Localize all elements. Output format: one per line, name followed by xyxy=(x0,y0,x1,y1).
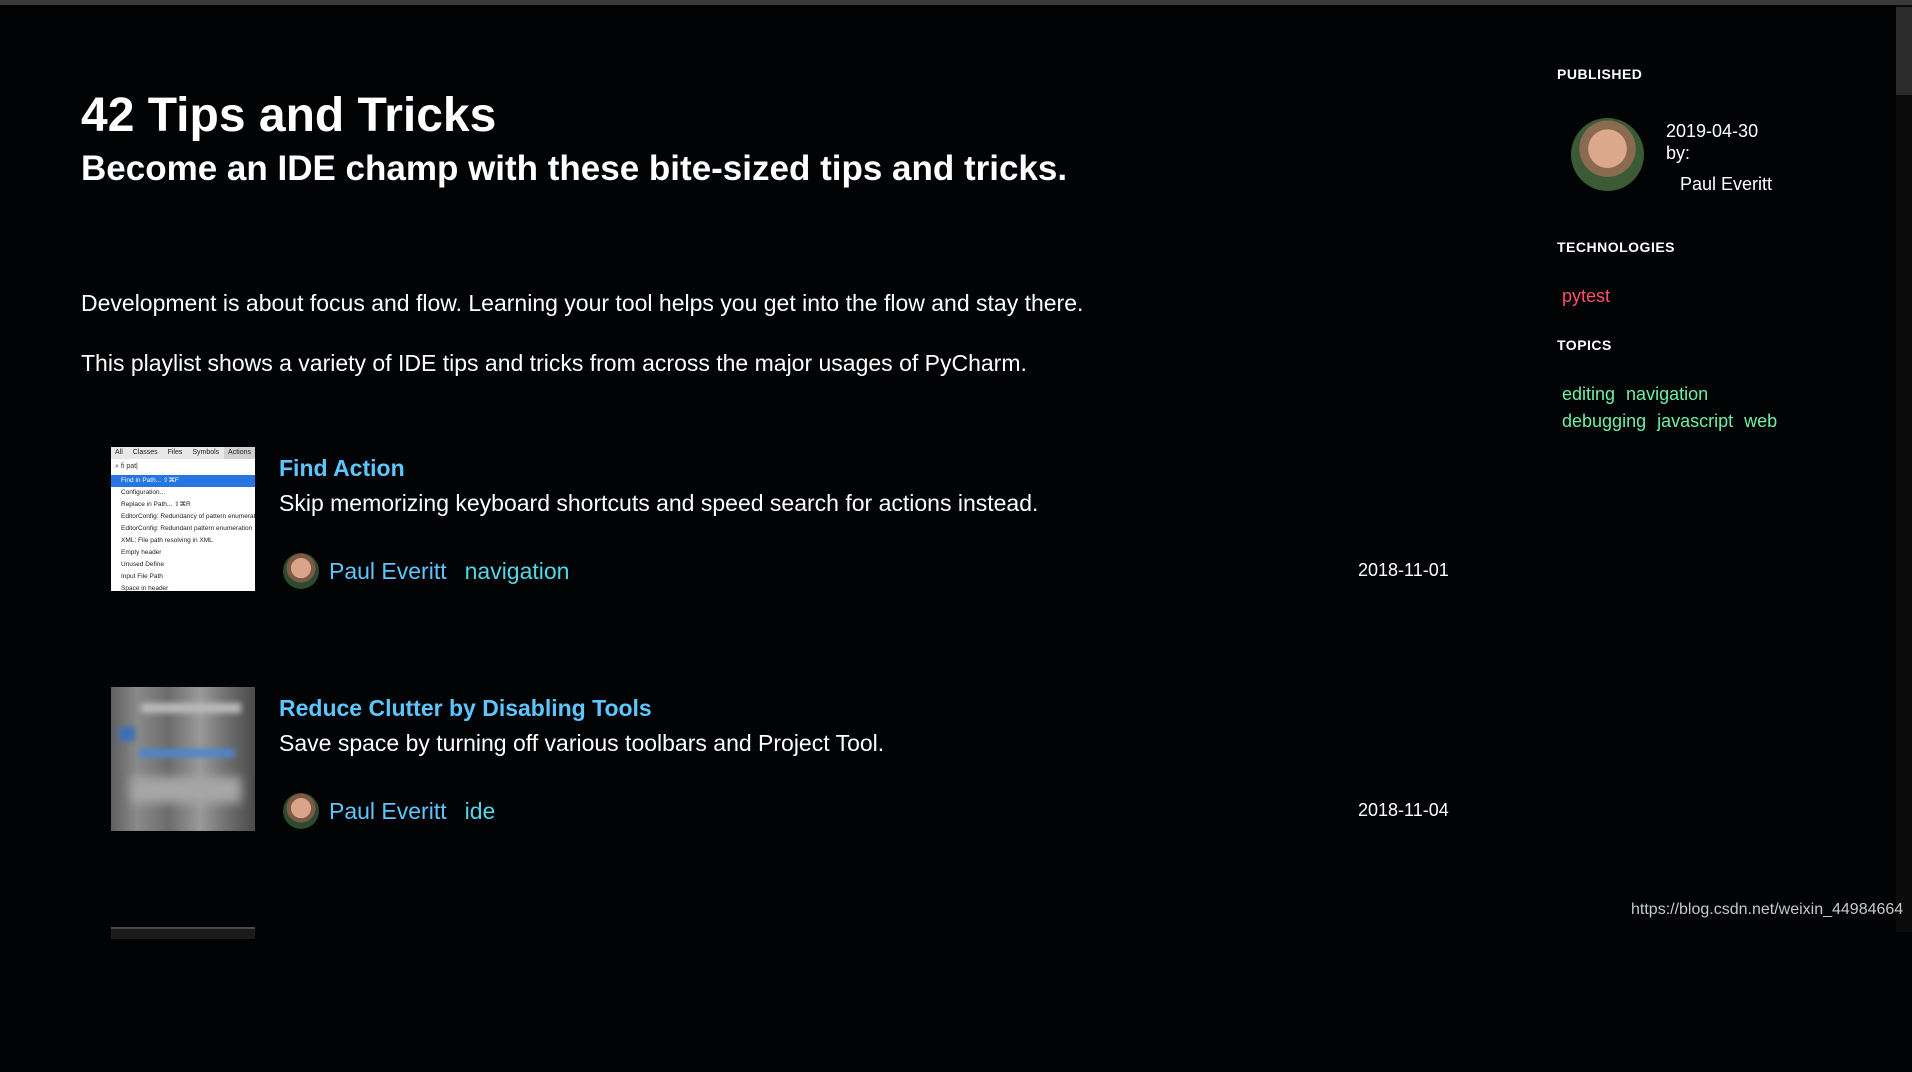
author-avatar[interactable] xyxy=(1571,118,1644,191)
thumbnail-blur-shape xyxy=(131,777,241,803)
scrollbar-thumb[interactable] xyxy=(1896,7,1912,95)
thumbnail-blur-shape xyxy=(139,749,235,757)
author-link[interactable]: Paul Everitt xyxy=(329,558,447,585)
thumbnail-result-row: Replace in Path... ⇧⌘R xyxy=(121,501,191,508)
author-link[interactable]: Paul Everitt xyxy=(329,798,447,825)
tip-meta: Paul Everitt ide xyxy=(283,793,495,829)
topic-tag-row: debugging javascript web xyxy=(1562,409,1788,433)
thumbnail-result-row: EditorConfig: Redundant pattern enumerat… xyxy=(121,525,253,532)
thumbnail-blur-shape xyxy=(141,703,241,713)
thumbnail-result-list: Find in Path... ⇧⌘F Configuration... Rep… xyxy=(111,475,255,591)
technology-tag-link[interactable]: pytest xyxy=(1562,284,1610,308)
thumbnail-result-row: Space in header xyxy=(121,585,169,591)
tip-meta: Paul Everitt navigation xyxy=(283,553,569,589)
tip-date: 2018-11-04 xyxy=(1358,800,1449,820)
author-avatar[interactable] xyxy=(283,553,319,589)
thumbnail-search-text: fi pat| xyxy=(120,463,138,470)
tip-card-partial xyxy=(111,927,1511,1072)
technologies-heading: TECHNOLOGIES xyxy=(1557,239,1676,255)
topic-tag-link[interactable]: javascript xyxy=(1657,409,1733,433)
tip-title-link[interactable]: Reduce Clutter by Disabling Tools xyxy=(279,693,652,723)
intro-paragraph: This playlist shows a variety of IDE tip… xyxy=(81,350,1027,376)
topics-heading: TOPICS xyxy=(1557,337,1612,353)
search-icon: ⌕ xyxy=(115,463,119,470)
vertical-scrollbar[interactable] xyxy=(1896,5,1912,932)
topic-tag-link[interactable]: navigation xyxy=(1626,382,1708,406)
thumbnail-tab-bar: All Classes Files Symbols Actions xyxy=(111,447,255,459)
thumbnail-result-row: Unused Define xyxy=(121,561,164,568)
thumbnail-result-row: Input File Path xyxy=(121,573,163,580)
tip-thumbnail[interactable] xyxy=(111,687,255,831)
thumbnail-result-row: Find in Path... ⇧⌘F xyxy=(111,475,255,487)
published-date: 2019-04-30 xyxy=(1666,121,1759,141)
sidebar: PUBLISHED 2019-04-30 by: Paul Everitt TE… xyxy=(1557,0,1887,932)
main-content: 42 Tips and Tricks Become an IDE champ w… xyxy=(81,0,1481,939)
topic-tag-link[interactable]: editing xyxy=(1562,382,1615,406)
thumbnail-result-row: Empty header xyxy=(121,549,162,556)
tip-card: Reduce Clutter by Disabling Tools Save s… xyxy=(111,687,1511,832)
by-label: by: xyxy=(1666,143,1691,163)
tip-description: Skip memorizing keyboard shortcuts and s… xyxy=(279,490,1039,516)
thumbnail-tab: Actions xyxy=(224,447,255,459)
tip-title-link[interactable]: Find Action xyxy=(279,453,405,483)
author-link[interactable]: Paul Everitt xyxy=(1680,172,1772,196)
page-title: 42 Tips and Tricks xyxy=(81,89,497,142)
thumbnail-blur-shape xyxy=(119,727,135,741)
thumbnail-tab: Symbols xyxy=(192,449,220,456)
tip-description: Save space by turning off various toolba… xyxy=(279,730,885,756)
tip-thumbnail[interactable]: All Classes Files Symbols Actions ⌕ fi p… xyxy=(111,447,255,591)
thumbnail-result-row: EditorConfig: Redundancy of pattern enum… xyxy=(121,513,255,520)
author-avatar[interactable] xyxy=(283,793,319,829)
tip-card: All Classes Files Symbols Actions ⌕ fi p… xyxy=(111,447,1511,592)
watermark-url: https://blog.csdn.net/weixin_44984664 xyxy=(1631,901,1904,918)
topic-tag-link[interactable]: debugging xyxy=(1562,409,1646,433)
thumbnail-tab: All xyxy=(115,449,123,456)
thumbnail-tab: Files xyxy=(167,449,183,456)
page-subtitle: Become an IDE champ with these bite-size… xyxy=(81,149,1068,188)
topic-tag-link[interactable]: web xyxy=(1744,409,1777,433)
thumbnail-tab: Classes xyxy=(132,449,158,456)
thumbnail-result-row: Configuration... xyxy=(121,489,166,496)
published-heading: PUBLISHED xyxy=(1557,66,1643,82)
thumbnail-result-row: XML: File path resolving in XML xyxy=(121,537,213,544)
intro-paragraph: Development is about focus and flow. Lea… xyxy=(81,290,1084,316)
thumbnail-search: ⌕ fi pat| xyxy=(115,462,138,472)
topic-tag-link[interactable]: ide xyxy=(465,798,496,825)
topic-tag-row: editing navigation xyxy=(1562,382,1719,406)
topic-tag-link[interactable]: navigation xyxy=(465,558,570,585)
tip-thumbnail[interactable] xyxy=(111,927,255,939)
tip-date: 2018-11-01 xyxy=(1358,560,1449,580)
